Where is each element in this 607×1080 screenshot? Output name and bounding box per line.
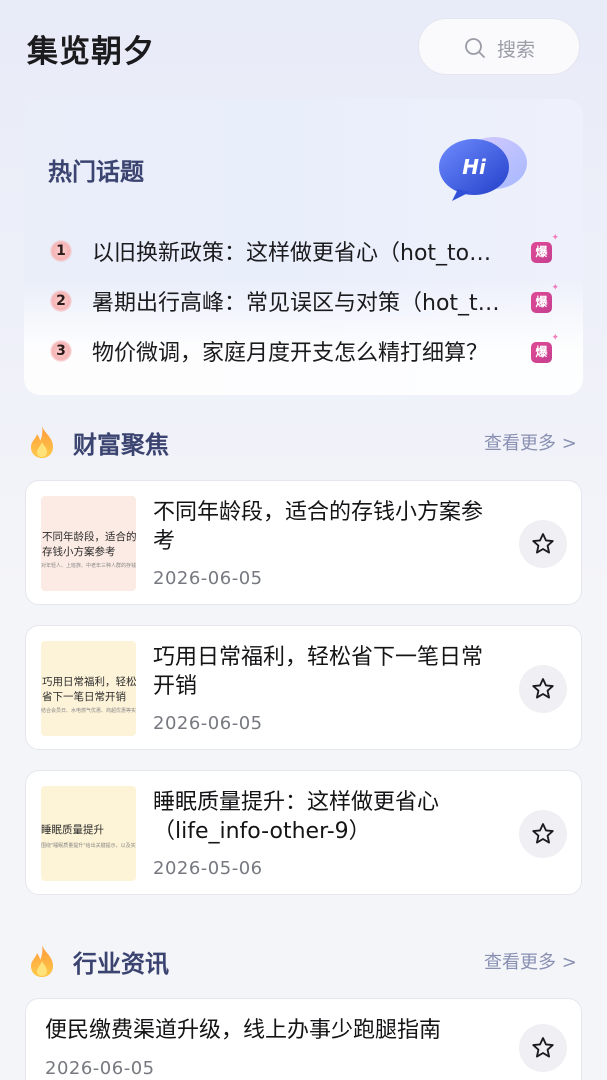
search-bar[interactable]: 搜索 bbox=[418, 18, 580, 75]
favorite-button[interactable] bbox=[519, 810, 567, 858]
thumbnail-title: 不同年龄段，适合的存钱小方案参考 bbox=[42, 531, 136, 558]
article-date: 2026-05-06 bbox=[153, 858, 263, 879]
article-card[interactable]: 便民缴费渠道升级，线上办事少跑腿指南 2026-06-05 bbox=[25, 998, 582, 1080]
favorite-button[interactable] bbox=[519, 665, 567, 713]
article-title: 巧用日常福利，轻松省下一笔日常开销 bbox=[153, 645, 484, 699]
hot-topic-text: 物价微调，家庭月度开支怎么精打细算？ bbox=[92, 341, 489, 366]
star-icon bbox=[532, 823, 554, 844]
section-title: 财富聚焦 bbox=[73, 431, 169, 459]
hot-topic-item[interactable]: 3 物价微调，家庭月度开支怎么精打细算？ 爆 ✦ bbox=[24, 331, 583, 371]
flame-icon bbox=[31, 945, 53, 977]
article-date: 2026-06-05 bbox=[45, 1058, 155, 1079]
star-icon bbox=[532, 533, 554, 554]
hot-topic-item[interactable]: 2 暑期出行高峰：常见误区与对策（hot_t… 爆 ✦ bbox=[24, 281, 583, 321]
app-title: 集览朝夕 bbox=[27, 34, 155, 70]
article-card[interactable]: 睡眠质量提升 围绕"睡眠质量提升"给出关键提示，以及实用的方法。 睡眠质量提升：… bbox=[25, 770, 582, 895]
rank-badge: 3 bbox=[50, 340, 72, 362]
search-placeholder: 搜索 bbox=[497, 39, 536, 61]
thumbnail-subtitle: 围绕"睡眠质量提升"给出关键提示，以及实用的方法。 bbox=[41, 843, 136, 849]
favorite-button[interactable] bbox=[519, 520, 567, 568]
hot-topic-text: 暑期出行高峰：常见误区与对策（hot_t… bbox=[92, 291, 500, 316]
star-icon bbox=[532, 678, 554, 699]
thumbnail-subtitle: 结合会员日、水电燃气优惠、商超优惠等实用指南。 bbox=[41, 708, 136, 714]
article-card[interactable]: 不同年龄段，适合的存钱小方案参考 对年轻人、上班族、中老年三种人群的存钱小建议。… bbox=[25, 480, 582, 605]
view-more-link[interactable]: 查看更多 > bbox=[484, 948, 577, 974]
thumbnail-subtitle: 对年轻人、上班族、中老年三种人群的存钱小建议。 bbox=[41, 563, 136, 569]
article-title: 便民缴费渠道升级，线上办事少跑腿指南 bbox=[45, 1018, 442, 1043]
view-more-link[interactable]: 查看更多 > bbox=[484, 429, 577, 455]
thumbnail-title: 睡眠质量提升 bbox=[41, 824, 104, 836]
favorite-button[interactable] bbox=[519, 1024, 567, 1072]
hi-badge-text: Hi bbox=[462, 155, 487, 179]
article-thumbnail: 睡眠质量提升 围绕"睡眠质量提升"给出关键提示，以及实用的方法。 bbox=[41, 786, 136, 881]
flame-icon bbox=[31, 426, 53, 458]
hot-topics-card: 热门话题 Hi 1 以旧换新政策：这样做更省心（hot_to… 爆 ✦ 2 暑期出… bbox=[24, 99, 583, 395]
article-thumbnail: 巧用日常福利，轻松省下一笔日常开销 结合会员日、水电燃气优惠、商超优惠等实用指南… bbox=[41, 641, 136, 736]
rank-badge: 1 bbox=[50, 240, 72, 262]
rank-badge: 2 bbox=[50, 290, 72, 312]
thumbnail-title: 巧用日常福利，轻松省下一笔日常开销 bbox=[42, 676, 136, 703]
hi-chat-bubble-icon: Hi bbox=[439, 137, 527, 201]
hot-topic-item[interactable]: 1 以旧换新政策：这样做更省心（hot_to… 爆 ✦ bbox=[24, 231, 583, 271]
article-title: 睡眠质量提升：这样做更省心（life_info-other-9） bbox=[153, 790, 440, 844]
search-icon bbox=[465, 38, 485, 58]
article-thumbnail: 不同年龄段，适合的存钱小方案参考 对年轻人、上班族、中老年三种人群的存钱小建议。 bbox=[41, 496, 136, 591]
wealth-section-header: 财富聚焦 查看更多 > bbox=[0, 425, 607, 465]
hot-topic-text: 以旧换新政策：这样做更省心（hot_to… bbox=[92, 241, 492, 266]
article-date: 2026-06-05 bbox=[153, 713, 263, 734]
star-icon bbox=[532, 1037, 554, 1058]
hot-tag-badge: 爆 ✦ bbox=[531, 234, 559, 263]
hot-tag-badge: 爆 ✦ bbox=[531, 334, 559, 363]
top-header: 集览朝夕 搜索 bbox=[0, 0, 607, 96]
article-card[interactable]: 巧用日常福利，轻松省下一笔日常开销 结合会员日、水电燃气优惠、商超优惠等实用指南… bbox=[25, 625, 582, 750]
section-title: 行业资讯 bbox=[73, 950, 169, 978]
article-date: 2026-06-05 bbox=[153, 568, 263, 589]
article-title: 不同年龄段，适合的存钱小方案参考 bbox=[153, 500, 484, 554]
hot-topics-title: 热门话题 bbox=[48, 158, 144, 186]
industry-section-header: 行业资讯 查看更多 > bbox=[0, 944, 607, 984]
hot-tag-badge: 爆 ✦ bbox=[531, 284, 559, 313]
